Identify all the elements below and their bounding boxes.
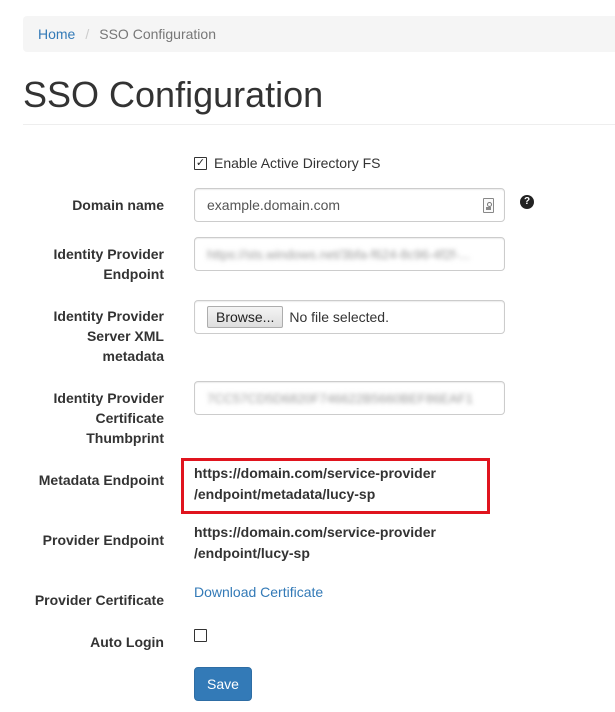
domain-name-label: Domain name — [72, 197, 164, 213]
domain-name-value: example.domain.com — [207, 197, 341, 213]
idp-metadata-label-line1: Identity Provider — [53, 308, 164, 324]
domain-name-input[interactable]: example.domain.com — [194, 188, 505, 222]
metadata-endpoint-label: Metadata Endpoint — [38, 472, 164, 488]
auto-login-label: Auto Login — [90, 634, 164, 650]
idp-thumbprint-label-line1: Identity Provider — [53, 390, 164, 406]
help-icon[interactable]: ? — [520, 195, 534, 209]
idp-metadata-file-input[interactable]: Browse... No file selected. — [194, 300, 505, 334]
idp-endpoint-value: https://sts.windows.net/3bfa-f624-8c96-4… — [207, 246, 471, 262]
provider-endpoint-label: Provider Endpoint — [42, 532, 164, 548]
enable-adfs-label: Enable Active Directory FS — [214, 155, 381, 171]
provider-certificate-label: Provider Certificate — [34, 592, 164, 608]
breadcrumb-separator: / — [85, 26, 90, 42]
idp-endpoint-input[interactable]: https://sts.windows.net/3bfa-f624-8c96-4… — [194, 237, 505, 271]
idp-metadata-label: Identity Provider Server XML metadata — [0, 306, 164, 366]
auto-login-checkbox[interactable] — [194, 629, 207, 642]
file-status: No file selected. — [289, 309, 389, 325]
idp-thumbprint-label-line2: Certificate — [95, 410, 164, 426]
breadcrumb-current: SSO Configuration — [99, 26, 216, 42]
provider-endpoint-line2: /endpoint/lucy-sp — [194, 545, 310, 561]
idp-thumbprint-input[interactable]: 7CC57CD5D6820F746622B5660BEF86EAF1 — [194, 381, 505, 415]
idp-thumbprint-label: Identity Provider Certificate Thumbprint — [0, 388, 164, 448]
provider-endpoint-value[interactable]: https://domain.com/service-provider /end… — [194, 522, 494, 564]
idp-metadata-label-line3: metadata — [102, 348, 164, 364]
idp-metadata-label-line2: Server XML — [86, 328, 164, 344]
save-button[interactable]: Save — [194, 667, 252, 701]
highlight-annotation-box — [181, 458, 490, 514]
idp-endpoint-label: Identity Provider Endpoint — [0, 244, 164, 284]
breadcrumb: Home / SSO Configuration — [23, 16, 615, 52]
idp-thumbprint-value: 7CC57CD5D6820F746622B5660BEF86EAF1 — [207, 390, 473, 406]
page-title: SSO Configuration — [23, 74, 324, 115]
provider-endpoint-line1: https://domain.com/service-provider — [194, 524, 436, 540]
breadcrumb-home-link[interactable]: Home — [38, 26, 75, 42]
idp-endpoint-label-line2: Endpoint — [103, 266, 164, 282]
autofill-icon[interactable] — [483, 198, 494, 213]
idp-thumbprint-label-line3: Thumbprint — [86, 430, 164, 446]
browse-button[interactable]: Browse... — [207, 306, 284, 328]
idp-endpoint-label-line1: Identity Provider — [53, 246, 164, 262]
title-divider — [23, 124, 615, 125]
enable-adfs-checkbox[interactable] — [194, 156, 207, 170]
download-certificate-link[interactable]: Download Certificate — [194, 584, 323, 600]
enable-adfs-row: Enable Active Directory FS — [194, 153, 381, 173]
